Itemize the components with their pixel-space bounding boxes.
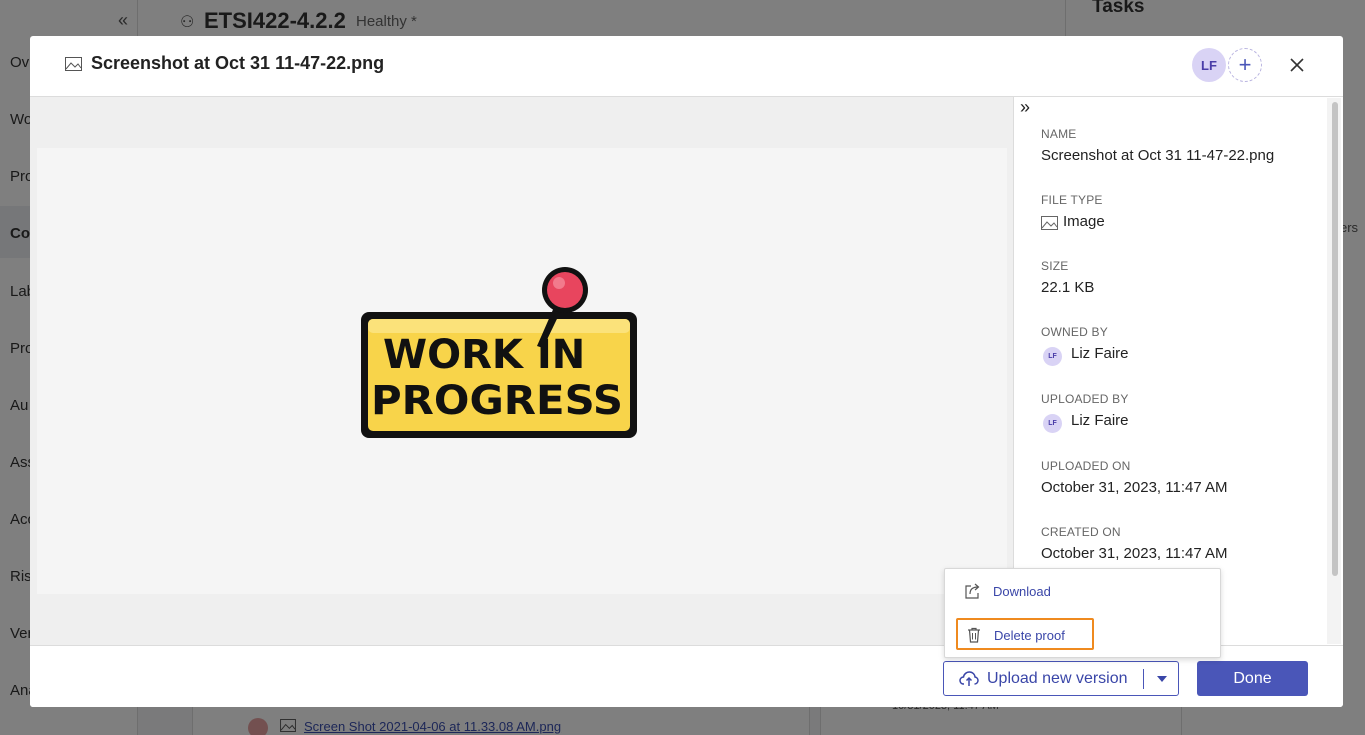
trash-icon bbox=[968, 627, 980, 643]
collaborator-avatar[interactable]: LF bbox=[1192, 48, 1226, 82]
modal-header: Screenshot at Oct 31 11-47-22.png LF + bbox=[30, 36, 1343, 97]
created-on-value: October 31, 2023, 11:47 AM bbox=[1041, 545, 1228, 562]
menu-item-download[interactable]: Download bbox=[957, 576, 1097, 606]
upload-options-menu: Download Delete proof bbox=[944, 568, 1221, 658]
file-details-panel: » NAME Screenshot at Oct 31 11-47-22.png… bbox=[1013, 97, 1343, 645]
menu-item-delete-proof[interactable]: Delete proof bbox=[956, 618, 1094, 650]
file-type-label: FILE TYPE bbox=[1041, 193, 1103, 207]
wip-line1: WORK IN bbox=[383, 332, 585, 378]
size-value: 22.1 KB bbox=[1041, 279, 1095, 296]
share-export-icon bbox=[965, 583, 980, 599]
preview-canvas: WORK IN PROGRESS bbox=[37, 148, 1007, 594]
owner-avatar: LF bbox=[1043, 347, 1062, 366]
done-button[interactable]: Done bbox=[1197, 661, 1308, 696]
caret-down-icon bbox=[1157, 676, 1167, 682]
work-in-progress-image: WORK IN PROGRESS bbox=[361, 267, 637, 438]
name-value: Screenshot at Oct 31 11-47-22.png bbox=[1041, 147, 1275, 164]
split-button-divider bbox=[1143, 669, 1144, 689]
cloud-upload-icon bbox=[959, 671, 979, 686]
uploaded-on-label: UPLOADED ON bbox=[1041, 459, 1131, 473]
modal-title: Screenshot at Oct 31 11-47-22.png bbox=[91, 53, 385, 73]
image-file-icon bbox=[65, 57, 82, 71]
upload-new-version-label: Upload new version bbox=[987, 670, 1128, 687]
owned-by-value: Liz Faire bbox=[1071, 345, 1129, 362]
upload-new-version-split-button: Upload new version bbox=[943, 661, 1179, 696]
uploaded-on-value: October 31, 2023, 11:47 AM bbox=[1041, 479, 1228, 496]
name-label: NAME bbox=[1041, 127, 1077, 141]
file-preview-area: WORK IN PROGRESS bbox=[30, 97, 1013, 645]
created-on-label: CREATED ON bbox=[1041, 525, 1121, 539]
details-scrollbar-thumb[interactable] bbox=[1332, 102, 1338, 576]
upload-options-toggle[interactable] bbox=[1154, 671, 1170, 687]
uploaded-by-value: Liz Faire bbox=[1071, 412, 1129, 429]
wip-line2: PROGRESS bbox=[371, 378, 623, 424]
collapse-panel-icon[interactable]: » bbox=[1020, 97, 1030, 118]
close-button[interactable] bbox=[1285, 53, 1309, 77]
menu-item-download-label: Download bbox=[993, 584, 1051, 599]
close-icon bbox=[1290, 58, 1304, 72]
size-label: SIZE bbox=[1041, 259, 1069, 273]
add-collaborator-button[interactable]: + bbox=[1228, 48, 1262, 82]
upload-new-version-button[interactable]: Upload new version bbox=[944, 662, 1142, 695]
uploaded-by-label: UPLOADED BY bbox=[1041, 392, 1129, 406]
image-file-icon bbox=[1041, 216, 1058, 230]
plus-icon: + bbox=[1238, 52, 1252, 77]
file-type-value: Image bbox=[1063, 213, 1105, 230]
menu-item-delete-proof-label: Delete proof bbox=[994, 628, 1065, 643]
owned-by-label: OWNED BY bbox=[1041, 325, 1108, 339]
uploader-avatar: LF bbox=[1043, 414, 1062, 433]
